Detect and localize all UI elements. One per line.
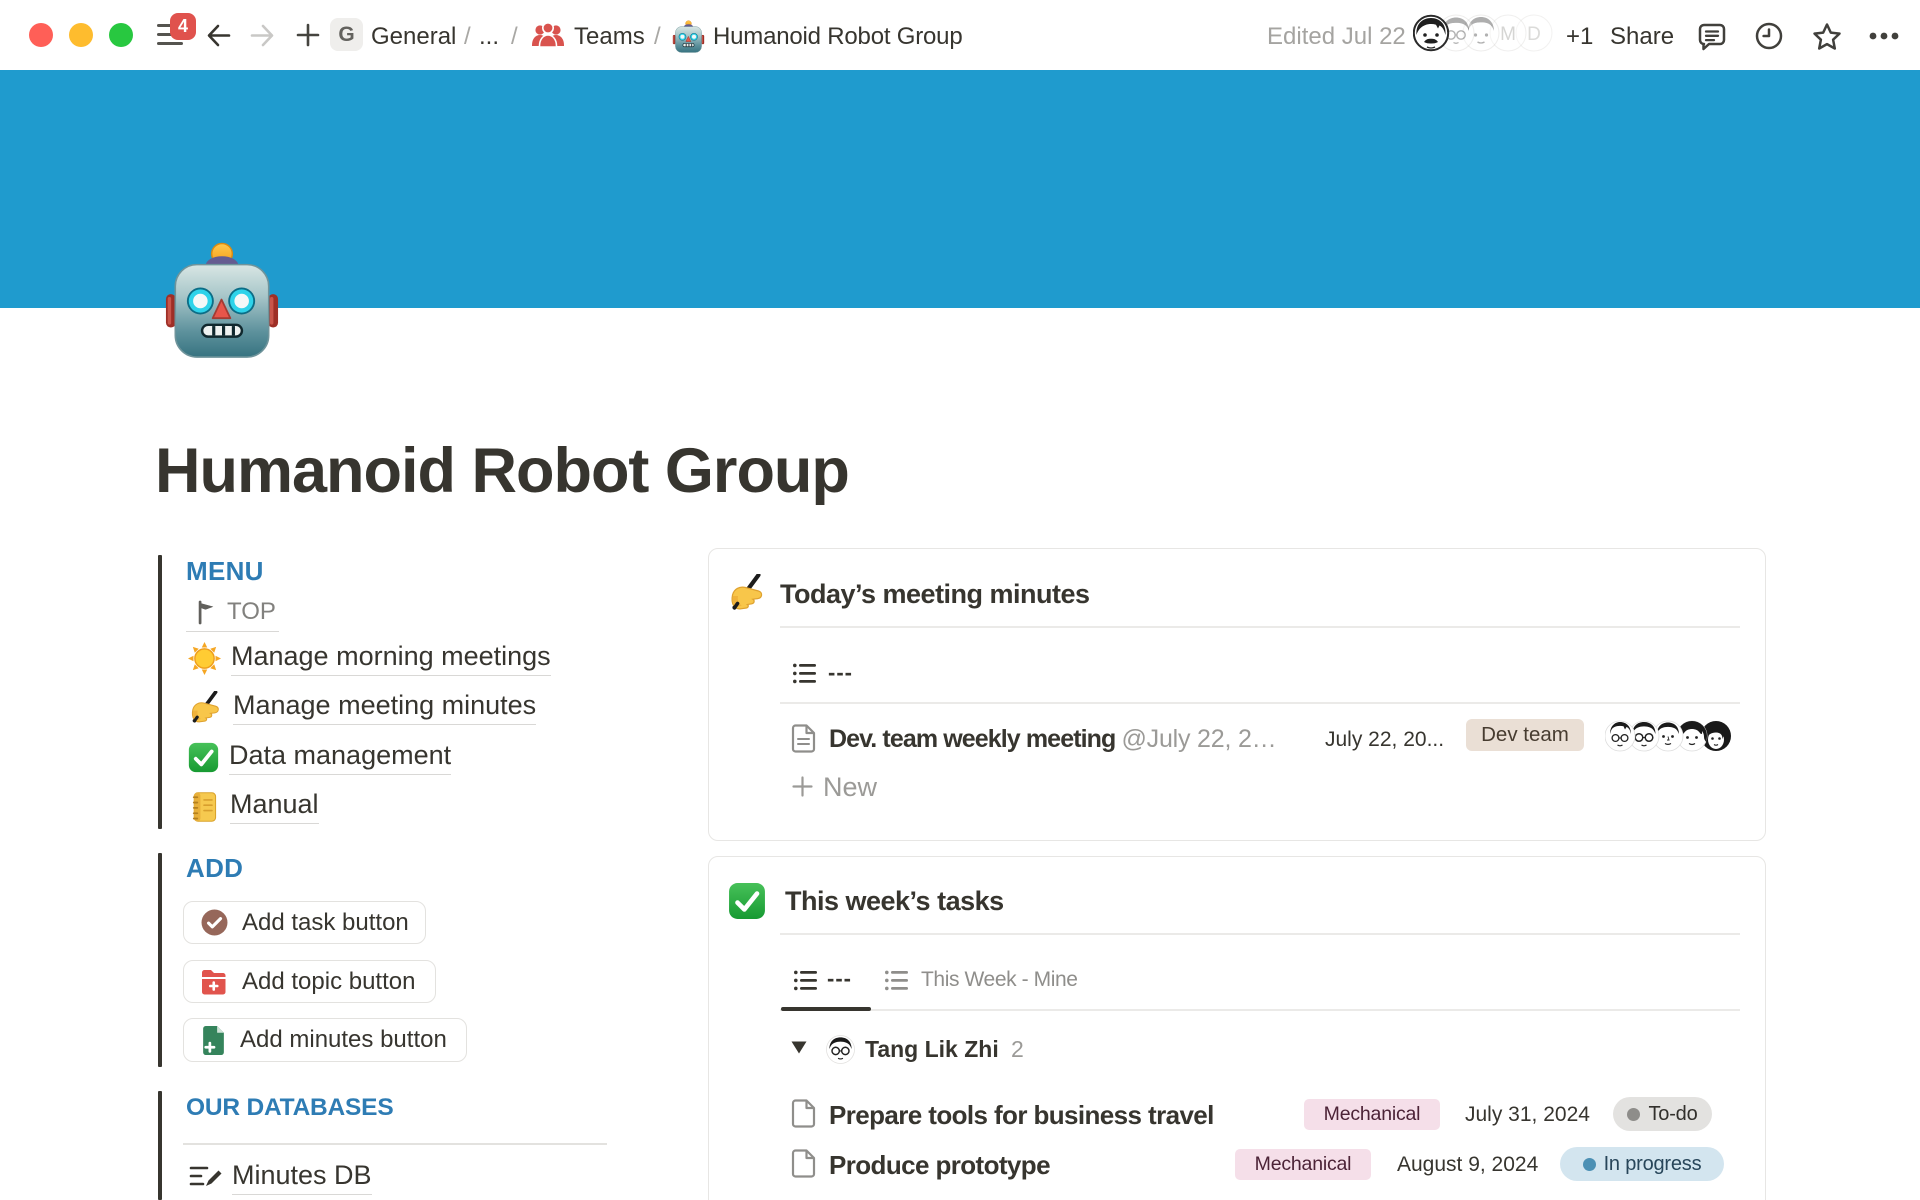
svg-text:M: M xyxy=(1500,24,1516,45)
svg-text:D: D xyxy=(1527,24,1541,45)
